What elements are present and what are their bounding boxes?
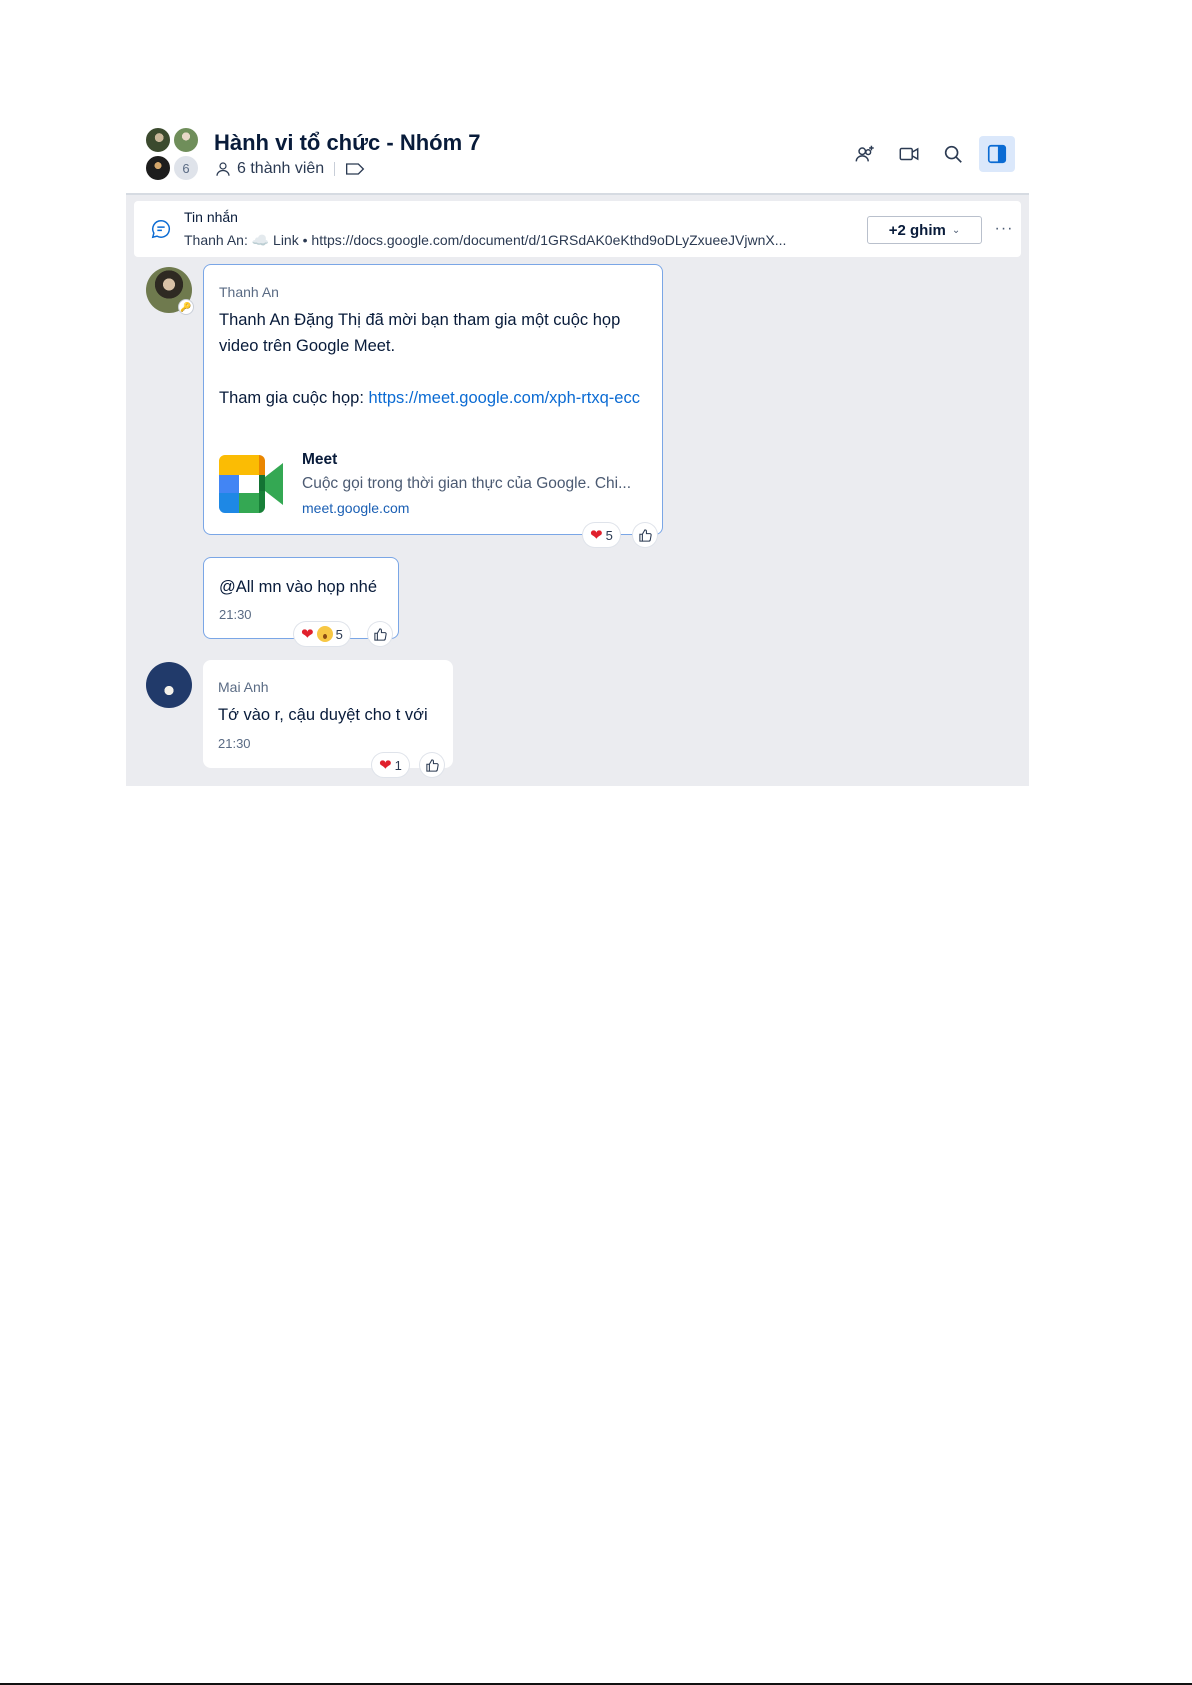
message-text: Thanh An Đặng Thị đã mời bạn tham gia mộ… — [219, 311, 621, 355]
like-button[interactable] — [420, 753, 444, 777]
message-time: 21:30 — [219, 607, 252, 622]
message-text: @All mn vào họp nhé — [219, 578, 378, 596]
heart-icon: ❤ — [590, 526, 603, 544]
like-icon — [638, 528, 652, 542]
video-call-button[interactable] — [891, 136, 927, 172]
member-avatar — [144, 126, 172, 154]
add-member-button[interactable] — [847, 136, 883, 172]
members-link[interactable]: 6 thành viên — [237, 160, 324, 178]
member-avatar — [172, 126, 200, 154]
search-icon — [944, 145, 962, 163]
conversation-header: 6 Hành vi tổ chức - Nhóm 7 6 thành viên — [126, 118, 1029, 193]
message-bubble[interactable]: Mai Anh Tớ vào r, cậu duyệt cho t với 21… — [203, 660, 453, 768]
pinned-preview[interactable]: Thanh An: ☁️ Link • https://docs.google.… — [184, 232, 844, 249]
message-time: 21:30 — [218, 736, 251, 751]
message-text: Tớ vào r, cậu duyệt cho t với — [218, 706, 428, 724]
heart-icon: ❤ — [301, 625, 314, 643]
heart-icon: ❤ — [379, 756, 392, 774]
conversation-title: Hành vi tổ chức - Nhóm 7 — [214, 130, 481, 155]
chat-window: 6 Hành vi tổ chức - Nhóm 7 6 thành viên — [126, 118, 1029, 786]
chevron-down-icon: ⌄ — [951, 224, 961, 236]
sender-name: Mai Anh — [218, 679, 269, 695]
video-call-icon — [899, 147, 919, 161]
divider — [334, 162, 336, 176]
reaction-summary[interactable]: ❤ 1 — [372, 753, 409, 777]
more-options-button[interactable]: ··· — [992, 215, 1016, 243]
group-avatar[interactable]: 6 — [144, 126, 200, 182]
pinned-messages-bar[interactable]: Tin nhắn Thanh An: ☁️ Link • https://doc… — [134, 201, 1021, 257]
reaction-count: 5 — [335, 626, 343, 642]
message-icon — [151, 220, 171, 239]
wow-icon — [316, 626, 333, 642]
avatar[interactable] — [146, 662, 192, 708]
reaction-summary[interactable]: ❤ 5 — [583, 523, 620, 547]
member-count-badge: 6 — [172, 154, 200, 182]
member-avatar — [144, 154, 172, 182]
reaction-count: 1 — [394, 757, 402, 773]
pinned-count-label: +2 ghim — [888, 221, 946, 239]
message-bubble[interactable]: Thanh An Thanh An Đặng Thị đã mời bạn th… — [203, 264, 663, 535]
google-meet-logo — [219, 455, 283, 513]
like-icon — [373, 627, 387, 641]
pinned-title: Tin nhắn — [184, 209, 238, 225]
message-text: Tham gia cuộc họp: https://meet.google.c… — [219, 385, 649, 411]
reaction-count: 5 — [605, 527, 613, 543]
sender-name: Thanh An — [219, 284, 279, 300]
preview-title: Meet — [302, 451, 338, 468]
sidebar-toggle-icon — [987, 144, 1007, 164]
message-list[interactable]: Tin nhắn Thanh An: ☁️ Link • https://doc… — [126, 195, 1029, 786]
preview-url[interactable]: meet.google.com — [302, 500, 409, 516]
like-icon — [425, 758, 439, 772]
sidebar-toggle-button[interactable] — [979, 136, 1015, 172]
header-actions — [847, 136, 1015, 172]
pinned-count-button[interactable]: +2 ghim ⌄ — [867, 216, 982, 244]
preview-description: Cuộc gọi trong thời gian thực của Google… — [302, 475, 631, 492]
tag-icon[interactable] — [345, 161, 365, 177]
key-icon: 🔑 — [178, 299, 194, 315]
conversation-subline: 6 thành viên — [214, 160, 365, 178]
like-button[interactable] — [368, 622, 392, 646]
join-label: Tham gia cuộc họp: — [219, 389, 369, 407]
add-member-icon — [855, 145, 874, 162]
like-button[interactable] — [633, 523, 657, 547]
reaction-summary[interactable]: ❤ 5 — [294, 622, 350, 646]
link-preview[interactable]: Meet Cuộc gọi trong thời gian thực của G… — [219, 451, 649, 519]
search-button[interactable] — [935, 136, 971, 172]
meet-link[interactable]: https://meet.google.com/xph-rtxq-ecc — [369, 389, 640, 407]
person-icon — [216, 162, 230, 176]
